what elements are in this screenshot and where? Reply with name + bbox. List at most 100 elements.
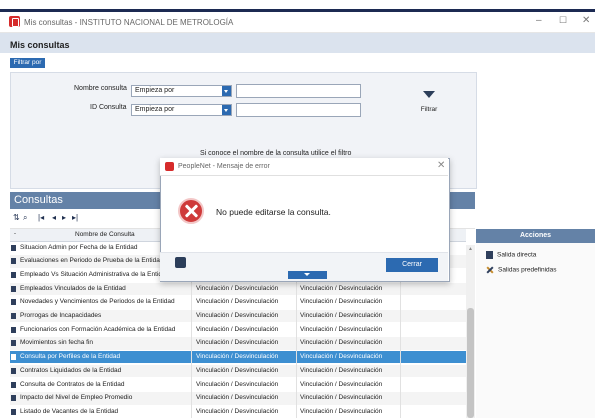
table-row[interactable]: Consulta de Contratos de la Entidad Vincu… (10, 379, 466, 391)
row-selector-icon: - (14, 231, 16, 237)
cell-nombre: Prorrogas de Incapacidades (20, 312, 102, 319)
cell-categoria: Vinculación / Desvinculación (300, 339, 383, 347)
previous-icon[interactable]: ◂ (52, 213, 56, 222)
table-row[interactable]: Consulta por Perfiles de la Entidad Vincu… (10, 351, 466, 364)
sort-icon[interactable]: ⇅ (13, 213, 20, 222)
cell-categoria: Vinculación / Desvinculación (300, 407, 383, 415)
close-icon[interactable]: ✕ (582, 15, 590, 26)
query-icon (11, 367, 16, 374)
table-row[interactable]: Empleados Vinculados de la Entidad Vincul… (10, 282, 466, 295)
table-row[interactable]: Funcionarios con Formación Académica de … (10, 324, 466, 336)
error-icon (178, 198, 204, 224)
cell-nombre: Funcionarios con Formación Académica de … (20, 325, 176, 333)
cell-categoria: Vinculación / Desvinculación (300, 380, 383, 388)
dialog-close-icon[interactable]: ✕ (437, 160, 445, 171)
table-row[interactable]: Listado de Vacantes de la Entidad Vincula… (10, 406, 466, 418)
cell-tipo: Vinculación / Desvinculación (196, 394, 279, 402)
cell-tipo: Vinculación / Desvinculación (196, 312, 279, 319)
query-icon (11, 354, 16, 361)
funnel-icon (423, 91, 435, 98)
scroll-up-icon[interactable]: ▲ (468, 246, 473, 252)
table-row[interactable]: Novedades y Vencimientos de Periodos de … (10, 296, 466, 308)
cell-categoria: Vinculación / Desvinculación (300, 394, 383, 402)
nombre-consulta-label: Nombre consulta (74, 85, 127, 92)
close-button[interactable]: Cerrar (386, 258, 438, 272)
minimize-icon[interactable]: – (536, 15, 542, 26)
maximize-icon[interactable]: ☐ (559, 15, 567, 26)
table-row[interactable]: Movimientos sin fecha fin Vinculación / D… (10, 337, 466, 350)
table-row[interactable]: Contratos Liquidados de la Entidad Vincul… (10, 364, 466, 378)
grid-scrollbar-thumb[interactable] (467, 308, 474, 418)
table-row[interactable]: Impacto del Nivel de Empleo Promedio Vinc… (10, 392, 466, 405)
cell-tipo: Vinculación / Desvinculación (196, 284, 279, 292)
nombre-operator-select[interactable]: Empieza por (131, 85, 232, 97)
find-icon[interactable]: ⌕ (23, 213, 27, 223)
app-logo-icon (9, 16, 20, 27)
filter-by-tab[interactable]: Filtrar por (10, 58, 45, 68)
query-icon (11, 408, 16, 415)
cell-nombre: Consulta por Perfiles de la Entidad (20, 353, 121, 361)
document-icon (486, 251, 493, 259)
next-icon[interactable]: ▸ (62, 213, 66, 222)
id-operator-value: Empieza por (135, 106, 175, 113)
query-icon (11, 326, 16, 333)
cell-categoria: Vinculación / Desvinculación (300, 298, 383, 306)
tools-icon (486, 266, 494, 274)
cell-tipo: Vinculación / Desvinculación (196, 325, 279, 333)
cell-nombre: Listado de Vacantes de la Entidad (20, 407, 119, 415)
id-consulta-label: ID Consulta (90, 104, 127, 111)
chevron-down-icon (222, 86, 231, 96)
cell-categoria: Vinculación / Desvinculación (300, 284, 383, 292)
expand-details-button[interactable] (288, 271, 327, 279)
cell-categoria: Vinculación / Desvinculación (300, 312, 383, 319)
table-row[interactable]: Prorrogas de Incapacidades Vinculación / … (10, 310, 466, 323)
salidas-predefinidas-action[interactable]: Salidas predefinidas (486, 266, 557, 274)
chevron-down-icon (222, 105, 231, 115)
error-message: No puede editarse la consulta. (216, 207, 331, 217)
cell-nombre: Novedades y Vencimientos de Periodos de … (20, 298, 175, 306)
query-icon (11, 285, 16, 292)
cell-tipo: Vinculación / Desvinculación (196, 407, 279, 415)
filter-button-label: Filtrar (420, 106, 438, 113)
cell-tipo: Vinculación / Desvinculación (196, 339, 279, 347)
cell-categoria: Vinculación / Desvinculación (300, 325, 383, 333)
query-icon (11, 299, 16, 306)
filter-hint: Si conoce el nombre de la consulta utili… (200, 150, 352, 157)
cell-nombre: Empleados Vinculados de la Entidad (20, 284, 126, 292)
last-page-icon[interactable]: ▸| (72, 213, 78, 222)
wrench-icon[interactable] (175, 257, 186, 268)
query-icon (11, 271, 16, 278)
nombre-consulta-input[interactable] (236, 84, 361, 98)
window-title: Mis consultas - INSTITUTO NACIONAL DE ME… (24, 18, 234, 27)
cell-nombre: Consulta de Contratos de la Entidad (20, 380, 125, 388)
cell-nombre: Contratos Liquidados de la Entidad (20, 366, 122, 374)
cell-tipo: Vinculación / Desvinculación (196, 298, 279, 306)
cell-tipo: Vinculación / Desvinculación (196, 366, 279, 374)
filter-button[interactable]: Filtrar (418, 88, 440, 116)
cell-nombre: Impacto del Nivel de Empleo Promedio (20, 394, 133, 402)
dialog-title: PeopleNet - Mensaje de error (178, 163, 270, 170)
cell-categoria: Vinculación / Desvinculación (300, 353, 383, 361)
first-page-icon[interactable]: |◂ (38, 213, 44, 222)
nombre-operator-value: Empieza por (135, 87, 175, 94)
app-header (0, 33, 595, 53)
page-title: Mis consultas (10, 40, 70, 50)
query-icon (11, 395, 16, 402)
salida-directa-label: Salida directa (497, 251, 537, 259)
salidas-predefinidas-label: Salidas predefinidas (498, 266, 557, 274)
query-icon (11, 244, 16, 251)
query-icon (11, 381, 16, 388)
cell-tipo: Vinculación / Desvinculación (196, 353, 279, 361)
column-header-nombre[interactable]: Nombre de Consulta (75, 231, 135, 238)
cell-categoria: Vinculación / Desvinculación (300, 366, 383, 374)
query-icon (11, 340, 16, 347)
id-consulta-input[interactable] (236, 103, 361, 117)
acciones-header: Acciones (476, 229, 595, 243)
query-icon (11, 313, 16, 319)
cell-nombre: Movimientos sin fecha fin (20, 339, 93, 347)
top-strip (0, 0, 595, 9)
app-logo-icon (165, 162, 174, 171)
salida-directa-action[interactable]: Salida directa (486, 251, 536, 259)
id-operator-select[interactable]: Empieza por (131, 104, 232, 116)
query-icon (11, 258, 16, 265)
